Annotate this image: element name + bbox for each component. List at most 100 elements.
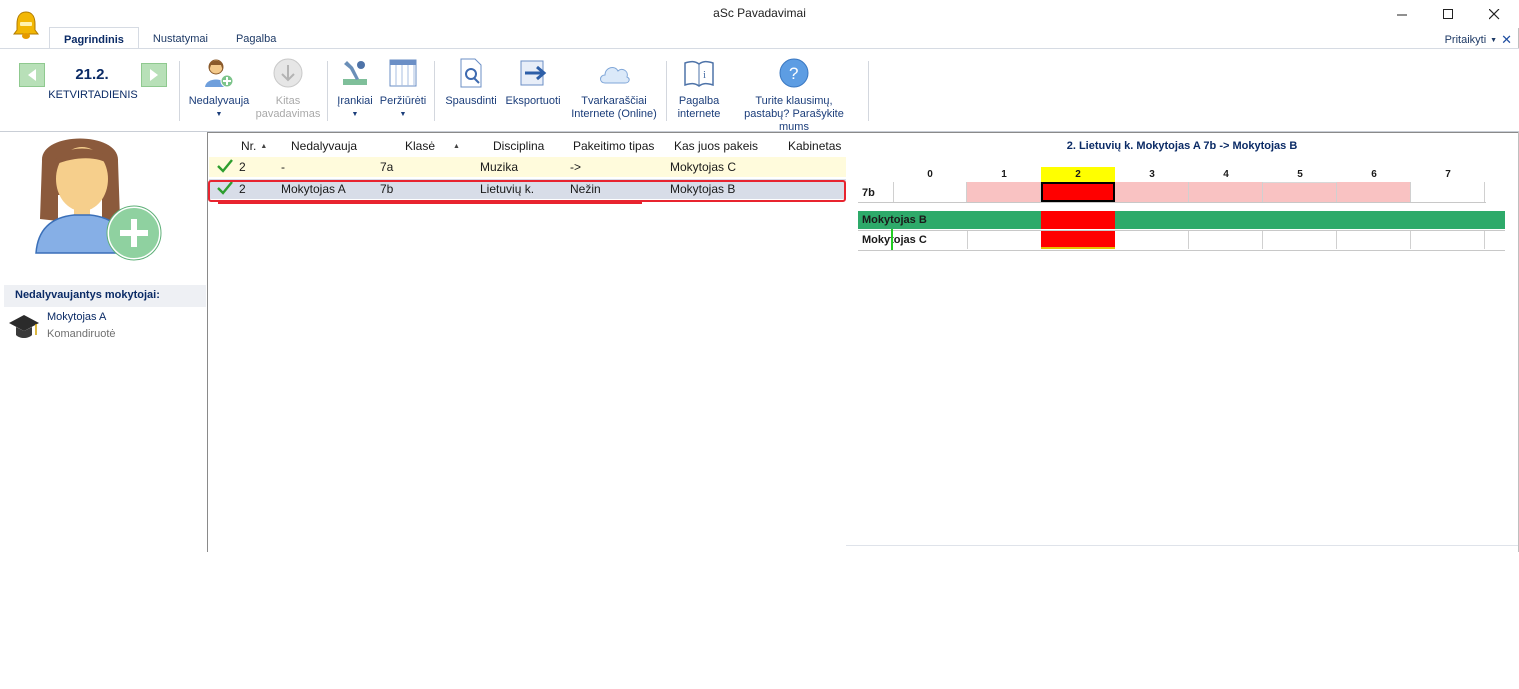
ribbon-toolbar: 21.2. KETVIRTADIENIS Nedalyvauja ▼ Kitas… [0, 48, 1519, 134]
schedule-cell-lesson[interactable] [1115, 182, 1189, 202]
column-header-type[interactable]: Pakeitimo tipas [573, 139, 654, 153]
cell-class: 7a [380, 160, 394, 174]
column-header-room[interactable]: Kabinetas [788, 139, 841, 153]
cell-nr: 2 [239, 182, 246, 196]
column-header-absent[interactable]: Nedalyvauja [291, 139, 357, 153]
tab-nustatymai[interactable]: Nustatymai [139, 27, 222, 49]
schedule-cell-selected[interactable] [1041, 182, 1115, 202]
export-label: Eksportuoti [505, 95, 561, 107]
period-label: 7 [1445, 169, 1451, 180]
title-bar: aSc Pavadavimai [0, 0, 1519, 28]
absent-label: Nedalyvauja [188, 95, 250, 107]
customize-menu[interactable]: Pritaikyti ▼ ✕ [1445, 32, 1512, 48]
add-absent-teacher-icon[interactable] [34, 135, 164, 265]
minimize-button[interactable] [1379, 0, 1425, 28]
sort-asc-icon: ▲ [260, 143, 268, 151]
ribbon-separator [666, 61, 667, 121]
checkmark-icon [217, 159, 233, 173]
other-label-2: pavadavimas [255, 108, 321, 120]
online-timetables-button[interactable]: Tvarkaraščiai Internete (Online) [566, 57, 662, 121]
absent-teacher-item[interactable]: Mokytojas A Komandiruotė [8, 311, 198, 347]
schedule-cell[interactable] [1411, 231, 1485, 249]
table-row-selected[interactable]: 2 Mokytojas A 7b Lietuvių k. Nežin Mokyt… [209, 179, 846, 199]
other-substitution-button[interactable]: Kitas pavadavimas [252, 57, 324, 121]
maximize-icon [1442, 8, 1453, 19]
view-label: Peržiūrėti [379, 95, 427, 107]
bell-logo-icon[interactable] [12, 10, 40, 40]
print-button[interactable]: Spausdinti [441, 57, 501, 108]
prev-day-button[interactable] [19, 63, 45, 87]
schedule-cell-lesson[interactable] [1189, 182, 1263, 202]
view-button[interactable]: Peržiūrėti ▼ [377, 57, 429, 121]
schedule-cell[interactable] [1189, 231, 1263, 249]
close-ribbon-icon[interactable]: ✕ [1501, 32, 1512, 48]
schedule-cell-busy[interactable] [1041, 231, 1115, 249]
chevron-down-icon: ▼ [399, 111, 407, 118]
schedule-cell-busy[interactable] [1041, 211, 1115, 229]
tools-button[interactable]: Įrankiai ▼ [333, 57, 377, 121]
pane-bottom-border [846, 545, 1518, 546]
arrow-right-icon [150, 69, 158, 81]
online-label-2: Internete (Online) [571, 108, 657, 120]
absent-teachers-header: Nedalyvaujantys mokytojai: [4, 285, 206, 307]
cell-class: 7b [380, 182, 394, 196]
app-window: aSc Pavadavimai Pagrindinis Nustatymai P… [0, 0, 1519, 552]
schedule-cell[interactable] [1337, 231, 1411, 249]
add-teacher-icon [202, 57, 236, 89]
column-header-subject[interactable]: Disciplina [493, 139, 544, 153]
schedule-cell-lesson[interactable] [1337, 182, 1411, 202]
help-book-icon: i [682, 57, 716, 89]
next-day-button[interactable] [141, 63, 167, 87]
ribbon-tabs: Pagrindinis Nustatymai Pagalba [49, 27, 290, 49]
period-label: 1 [1001, 169, 1007, 180]
other-label-1: Kitas [275, 95, 301, 107]
schedule-cell[interactable] [1263, 231, 1337, 249]
online-help-button[interactable]: i Pagalba internete [670, 57, 728, 121]
schedule-cell[interactable] [1411, 182, 1485, 202]
time-marker [891, 229, 893, 251]
export-button[interactable]: Eksportuoti [501, 57, 565, 108]
print-label: Spausdinti [445, 95, 497, 107]
period-label-current: 2 [1041, 167, 1115, 183]
period-label: 5 [1297, 169, 1303, 180]
tab-pagalba[interactable]: Pagalba [222, 27, 290, 49]
svg-text:i: i [703, 69, 706, 81]
substitutions-table: Nr. ▲ Nedalyvauja Klasė ▲ Disciplina Pakei… [207, 132, 848, 552]
teacher-label: Mokytojas B [862, 214, 927, 226]
cell-type: Nežin [570, 182, 601, 196]
table-row[interactable]: 2 - 7a Muzika -> Mokytojas C [209, 157, 846, 177]
cell-substitute: Mokytojas C [670, 160, 737, 174]
graduation-cap-icon [9, 315, 39, 338]
print-preview-icon [454, 57, 488, 89]
svg-text:?: ? [789, 64, 798, 83]
schedule-cell-lesson[interactable] [1263, 182, 1337, 202]
schedule-cell-lesson[interactable] [967, 182, 1041, 202]
chevron-down-icon: ▼ [215, 111, 223, 118]
chevron-down-icon: ▼ [351, 111, 359, 118]
tools-icon [338, 57, 372, 89]
column-header-nr[interactable]: Nr. ▲ [241, 139, 267, 153]
column-header-substitute[interactable]: Kas juos pakeis [674, 139, 758, 153]
close-button[interactable] [1471, 0, 1517, 28]
current-weekday: KETVIRTADIENIS [48, 89, 138, 101]
download-icon [271, 57, 305, 89]
close-icon [1488, 8, 1499, 19]
selection-underline [218, 202, 642, 204]
minimize-icon [1396, 14, 1407, 15]
feedback-button[interactable]: ? Turite klausimų, pastabų? Parašykite m… [731, 57, 857, 134]
cell-type: -> [570, 160, 582, 174]
grid-view-icon [386, 57, 420, 89]
chevron-down-icon: ▼ [1490, 36, 1498, 44]
tab-pagrindinis[interactable]: Pagrindinis [49, 27, 139, 49]
teacher-row-free[interactable] [858, 211, 1505, 229]
column-header-class[interactable]: Klasė ▲ [405, 139, 460, 153]
absent-button[interactable]: Nedalyvauja ▼ [186, 57, 252, 121]
ribbon-separator [327, 61, 328, 121]
schedule-cell[interactable] [1115, 231, 1189, 249]
ribbon-separator [179, 61, 180, 121]
schedule-cell[interactable] [893, 182, 967, 202]
window-title: aSc Pavadavimai [713, 6, 806, 20]
cell-subject: Muzika [480, 160, 519, 174]
maximize-button[interactable] [1425, 0, 1471, 28]
absent-teacher-name: Mokytojas A [47, 311, 107, 323]
